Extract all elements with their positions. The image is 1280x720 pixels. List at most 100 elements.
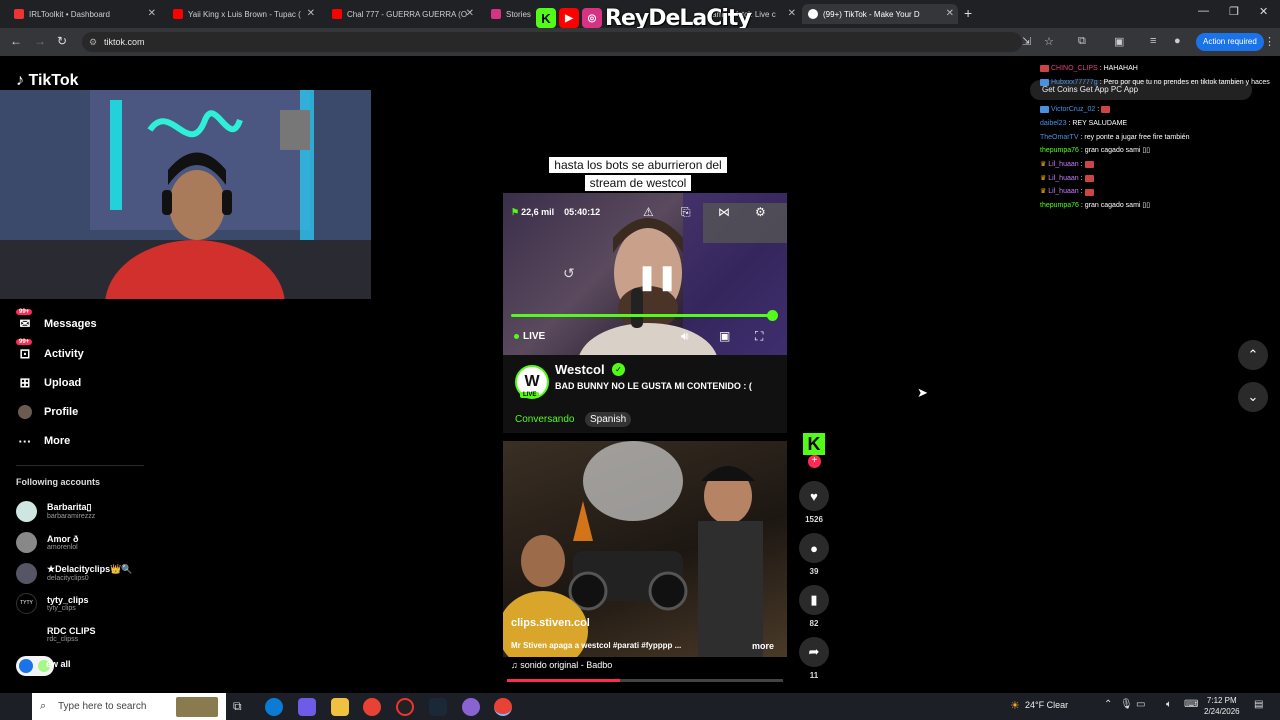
network-icon[interactable]: ▭ — [1136, 699, 1145, 710]
chat-text: : — [1080, 160, 1083, 168]
chat-message: ♛ Lil_huaan: — [1040, 185, 1280, 199]
nav-messages[interactable]: ✉ 99+ Messages — [16, 309, 97, 334]
install-icon[interactable]: ⇲ — [1022, 35, 1031, 48]
tab-tiktok[interactable]: (99+) TikTok - Make Your D ✕ — [802, 4, 958, 24]
following-account[interactable]: ★Delacityclips👑🔍 delacityclips0 — [16, 560, 133, 586]
microphone-icon[interactable]: 🎙︎ — [1120, 699, 1133, 710]
close-window-icon[interactable]: ✕ — [1259, 5, 1268, 18]
app-icon[interactable] — [462, 698, 480, 716]
following-account[interactable]: Amor ð amorenlol — [16, 529, 79, 555]
like-action[interactable]: ♥ 1526 — [799, 481, 829, 524]
more-link[interactable]: more — [752, 641, 774, 651]
back-icon[interactable]: ← — [10, 34, 22, 48]
volume-icon[interactable]: 🔊︎ — [681, 329, 689, 344]
following-account[interactable]: TYTY tyty_clips tyty_clips — [16, 590, 89, 616]
stream-progress-bar[interactable] — [511, 314, 773, 317]
start-button[interactable] — [0, 693, 32, 720]
heart-icon[interactable]: ♥ — [799, 481, 829, 511]
site-info-icon[interactable]: ⚙ — [89, 32, 97, 52]
language-tag[interactable]: Spanish — [585, 412, 632, 427]
reload-icon[interactable]: ↻ — [57, 34, 67, 48]
share-icon[interactable]: ⋈ — [718, 205, 730, 219]
comment-action[interactable]: ● 39 — [799, 533, 829, 576]
account-name: Barbarita▯ — [47, 502, 92, 512]
avatar — [16, 500, 37, 522]
nav-upload[interactable]: ⊞ Upload — [16, 373, 82, 393]
nav-more[interactable]: ··· More — [16, 431, 71, 451]
stream-category[interactable]: Conversando — [515, 414, 574, 425]
speaker-icon[interactable]: 🔈︎ — [1166, 699, 1172, 710]
follow-plus-icon[interactable]: + — [808, 455, 821, 468]
video-progress-bar[interactable] — [507, 679, 783, 682]
share-action[interactable]: ➦ 11 — [799, 637, 829, 680]
fullscreen-icon[interactable]: ⛶ — [755, 329, 763, 344]
progress-handle[interactable] — [767, 310, 778, 321]
picture-in-picture-icon[interactable]: ▣ — [719, 329, 730, 343]
notification-icon[interactable]: ▤ — [1254, 699, 1263, 710]
close-icon[interactable]: ✕ — [946, 8, 954, 19]
chrome-active-icon[interactable] — [494, 698, 512, 716]
forward-icon[interactable]: → — [34, 34, 46, 48]
following-account[interactable]: Barbarita▯ barbaramirezzz — [16, 498, 95, 524]
close-icon[interactable]: ✕ — [788, 8, 796, 19]
minimize-icon[interactable]: — — [1198, 5, 1209, 17]
streamer-info-panel[interactable]: W LIVE Westcol ✓ BAD BUNNY NO LE GUSTA M… — [503, 355, 787, 433]
obs-icon[interactable] — [396, 698, 414, 716]
creator-avatar[interactable]: K — [803, 433, 825, 455]
settings-gear-icon[interactable]: ⚙ — [755, 205, 766, 219]
maximize-icon[interactable]: ❐ — [1229, 5, 1239, 18]
comment-icon[interactable]: ● — [799, 533, 829, 563]
chat-text: : — [1080, 188, 1083, 196]
task-view-icon[interactable]: ⧉ — [233, 699, 242, 714]
tiktok-logo[interactable]: ♪ TikTok — [16, 72, 79, 90]
video-author[interactable]: clips.stiven.col — [511, 617, 590, 629]
see-all-link[interactable]: ew all — [46, 659, 71, 669]
chevron-down-icon[interactable]: ⌄ — [1238, 382, 1268, 412]
chat-text: : Pero por que tu no prendes en tiktok t… — [1099, 78, 1270, 86]
action-required-button[interactable]: Action required — [1196, 33, 1264, 51]
chevron-up-icon[interactable]: ⌃ — [1104, 699, 1112, 710]
keyboard-icon[interactable]: ⌨ — [1184, 699, 1198, 710]
steam-icon[interactable] — [429, 698, 447, 716]
new-tab-icon[interactable]: + — [964, 5, 972, 21]
extensions-icon[interactable]: ⧉ — [1078, 35, 1086, 48]
copilot-icon[interactable] — [298, 698, 316, 716]
viewers-icon: ⚑ — [511, 207, 520, 217]
account-name: ★Delacityclips👑🔍 — [47, 564, 133, 574]
streamer-name[interactable]: Westcol — [555, 362, 605, 377]
tab-irltoolkit[interactable]: IRLToolkit • Dashboard ✕ — [8, 4, 160, 24]
edge-icon[interactable] — [265, 698, 283, 716]
live-stream-card[interactable]: ⚑ 22,6 mil 05:40:12 ⚠ ⎘ ⋈ ⚙ ↺ ❚❚ LIVE 🔊︎… — [503, 193, 787, 355]
clock-date: 2/24/2026 — [1204, 707, 1240, 716]
media-icon[interactable]: ≡ — [1150, 35, 1156, 47]
nav-profile[interactable]: Profile — [16, 402, 78, 422]
tab-label: Stories — [506, 9, 531, 19]
nav-activity[interactable]: ⊡ 99+ Activity — [16, 339, 84, 364]
tab-youtube-1[interactable]: Yaii King x Luis Brown - Tupac ( ✕ — [167, 4, 319, 24]
live-badge: LIVE — [520, 392, 540, 398]
profile-icon[interactable]: ● — [1174, 35, 1181, 47]
save-action[interactable]: ▮ 82 — [799, 585, 829, 628]
close-icon[interactable]: ✕ — [307, 8, 315, 19]
bookmark-icon[interactable]: ▮ — [799, 585, 829, 615]
cast-icon[interactable]: ▣ — [1114, 35, 1124, 48]
taskbar-clock[interactable]: 7:12 PM 2/24/2026 — [1204, 695, 1240, 717]
music-info[interactable]: ♫ sonido original - Badbo — [511, 660, 612, 670]
menu-dots-icon[interactable]: ⋮ — [1264, 35, 1275, 48]
close-icon[interactable]: ✕ — [466, 8, 474, 19]
rewind-icon[interactable]: ↺ — [563, 265, 575, 282]
tab-youtube-2[interactable]: Chal 777 - GUERRA GUERRA (O ✕ — [326, 4, 478, 24]
bookmark-star-icon[interactable]: ☆ — [1044, 35, 1054, 48]
video-player[interactable]: clips.stiven.col Mr Stiven apaga a westc… — [503, 441, 787, 657]
warning-icon[interactable]: ⚠ — [643, 205, 654, 219]
url-field[interactable]: ⚙ tiktok.com — [82, 32, 1022, 52]
following-account[interactable]: RDC CLIPS rdc_clipss — [16, 621, 96, 647]
chrome-icon[interactable] — [363, 698, 381, 716]
chevron-up-icon[interactable]: ⌃ — [1238, 340, 1268, 370]
clip-icon[interactable]: ⎘ — [681, 205, 691, 220]
weather-text[interactable]: 24°F Clear — [1025, 700, 1068, 710]
pause-icon[interactable]: ❚❚ — [637, 263, 677, 292]
share-arrow-icon[interactable]: ➦ — [799, 637, 829, 667]
close-icon[interactable]: ✕ — [148, 8, 156, 19]
file-explorer-icon[interactable] — [331, 698, 349, 716]
